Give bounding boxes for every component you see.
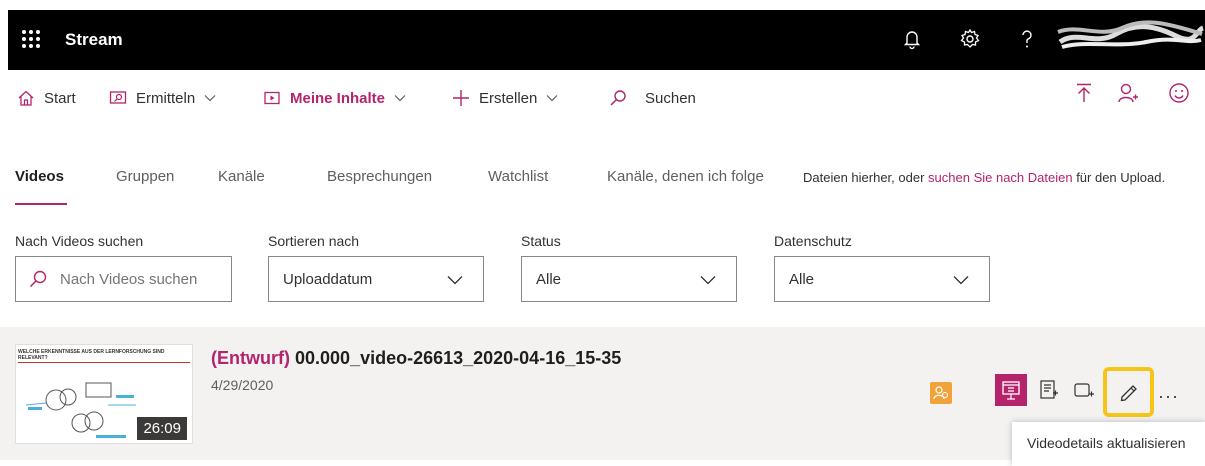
privacy-value: Alle bbox=[789, 270, 815, 288]
browse-files-link[interactable]: suchen Sie nach Dateien bbox=[928, 170, 1073, 185]
tab-videos[interactable]: Videos bbox=[15, 168, 64, 185]
bell-icon[interactable] bbox=[901, 28, 923, 50]
nav-start[interactable]: Start bbox=[17, 88, 76, 108]
video-icon bbox=[264, 91, 280, 105]
trim-video-button[interactable] bbox=[995, 374, 1027, 406]
sort-value: Uploaddatum bbox=[283, 270, 373, 288]
tab-groups[interactable]: Gruppen bbox=[116, 168, 174, 185]
thumbnail-divider bbox=[18, 362, 190, 363]
people-icon bbox=[933, 386, 949, 400]
thumbnail-sketch bbox=[26, 382, 136, 438]
update-details-button[interactable] bbox=[1103, 367, 1154, 417]
tab-watchlist[interactable]: Watchlist bbox=[488, 168, 548, 185]
nav-my-content-label: Meine Inhalte bbox=[290, 89, 386, 107]
add-person-icon[interactable] bbox=[1117, 82, 1139, 104]
pencil-icon bbox=[1120, 385, 1137, 402]
privacy-dropdown[interactable]: Alle bbox=[774, 256, 990, 302]
thumbnail-slide-title: WELCHE ERKENNTNISSE AUS DER LERNFORSCHUN… bbox=[18, 349, 165, 361]
tab-followed-channels[interactable]: Kanäle, denen ich folge bbox=[607, 168, 764, 185]
chevron-down-icon bbox=[204, 95, 216, 102]
main-nav: Start Ermitteln Meine Inhalte Erstellen … bbox=[0, 74, 1205, 122]
waffle-icon[interactable] bbox=[22, 30, 40, 48]
search-videos-field[interactable] bbox=[15, 256, 232, 302]
draft-tag: (Entwurf) bbox=[211, 348, 290, 368]
gear-icon[interactable] bbox=[959, 28, 981, 50]
app-title[interactable]: Stream bbox=[65, 30, 123, 50]
nav-start-label: Start bbox=[44, 89, 76, 107]
sort-dropdown[interactable]: Uploaddatum bbox=[268, 256, 484, 302]
top-header: Stream bbox=[0, 0, 1205, 70]
active-tab-indicator bbox=[15, 203, 67, 205]
nav-search-label: Suchen bbox=[645, 89, 696, 107]
video-title-text: 00.000_video-26613_2020-04-16_15-35 bbox=[295, 348, 622, 368]
search-icon bbox=[29, 270, 47, 288]
nav-discover[interactable]: Ermitteln bbox=[109, 88, 216, 108]
search-icon bbox=[610, 90, 626, 106]
header-bar: Stream bbox=[8, 10, 1205, 70]
discover-icon bbox=[109, 91, 127, 104]
tooltip: Videodetails aktualisieren bbox=[1012, 422, 1205, 466]
upload-hint: Dateien hierher, oder suchen Sie nach Da… bbox=[803, 170, 1165, 185]
chevron-down-icon bbox=[700, 276, 716, 285]
status-label: Status bbox=[521, 233, 561, 249]
chevron-down-icon bbox=[953, 276, 969, 285]
search-videos-label: Nach Videos suchen bbox=[15, 233, 144, 249]
nav-my-content[interactable]: Meine Inhalte bbox=[263, 88, 406, 108]
presentation-icon bbox=[1002, 381, 1020, 400]
home-icon bbox=[18, 90, 34, 106]
nav-search[interactable]: Suchen bbox=[609, 88, 696, 108]
tab-meetings[interactable]: Besprechungen bbox=[327, 168, 432, 185]
video-date: 4/29/2020 bbox=[211, 377, 274, 393]
add-to-group-icon[interactable] bbox=[1071, 377, 1097, 403]
nav-create[interactable]: Erstellen bbox=[452, 88, 558, 108]
transcript-icon[interactable] bbox=[1036, 377, 1062, 403]
nav-discover-label: Ermitteln bbox=[136, 89, 196, 107]
upload-hint-text-end: für den Upload. bbox=[1072, 170, 1166, 185]
video-title[interactable]: (Entwurf) 00.000_video-26613_2020-04-16_… bbox=[211, 348, 621, 369]
video-duration: 26:09 bbox=[137, 417, 187, 440]
more-options-button[interactable]: ··· bbox=[1158, 386, 1179, 407]
upload-hint-text: Dateien hierher, oder bbox=[803, 170, 929, 185]
status-value: Alle bbox=[536, 270, 562, 288]
help-icon[interactable] bbox=[1016, 28, 1038, 50]
permissions-badge[interactable] bbox=[930, 382, 952, 404]
plus-icon bbox=[453, 90, 469, 106]
chevron-down-icon bbox=[447, 276, 463, 285]
search-videos-input[interactable] bbox=[60, 270, 210, 288]
upload-icon[interactable] bbox=[1073, 82, 1095, 104]
chevron-down-icon bbox=[394, 95, 406, 102]
redacted-profile-image[interactable] bbox=[1056, 20, 1205, 50]
chevron-down-icon bbox=[546, 95, 558, 102]
sort-label: Sortieren nach bbox=[268, 233, 360, 249]
privacy-label: Datenschutz bbox=[774, 233, 852, 249]
video-thumbnail[interactable]: WELCHE ERKENNTNISSE AUS DER LERNFORSCHUN… bbox=[15, 344, 193, 444]
smiley-icon[interactable] bbox=[1168, 82, 1190, 104]
nav-create-label: Erstellen bbox=[479, 89, 538, 107]
tab-channels[interactable]: Kanäle bbox=[218, 168, 265, 185]
status-dropdown[interactable]: Alle bbox=[521, 256, 737, 302]
